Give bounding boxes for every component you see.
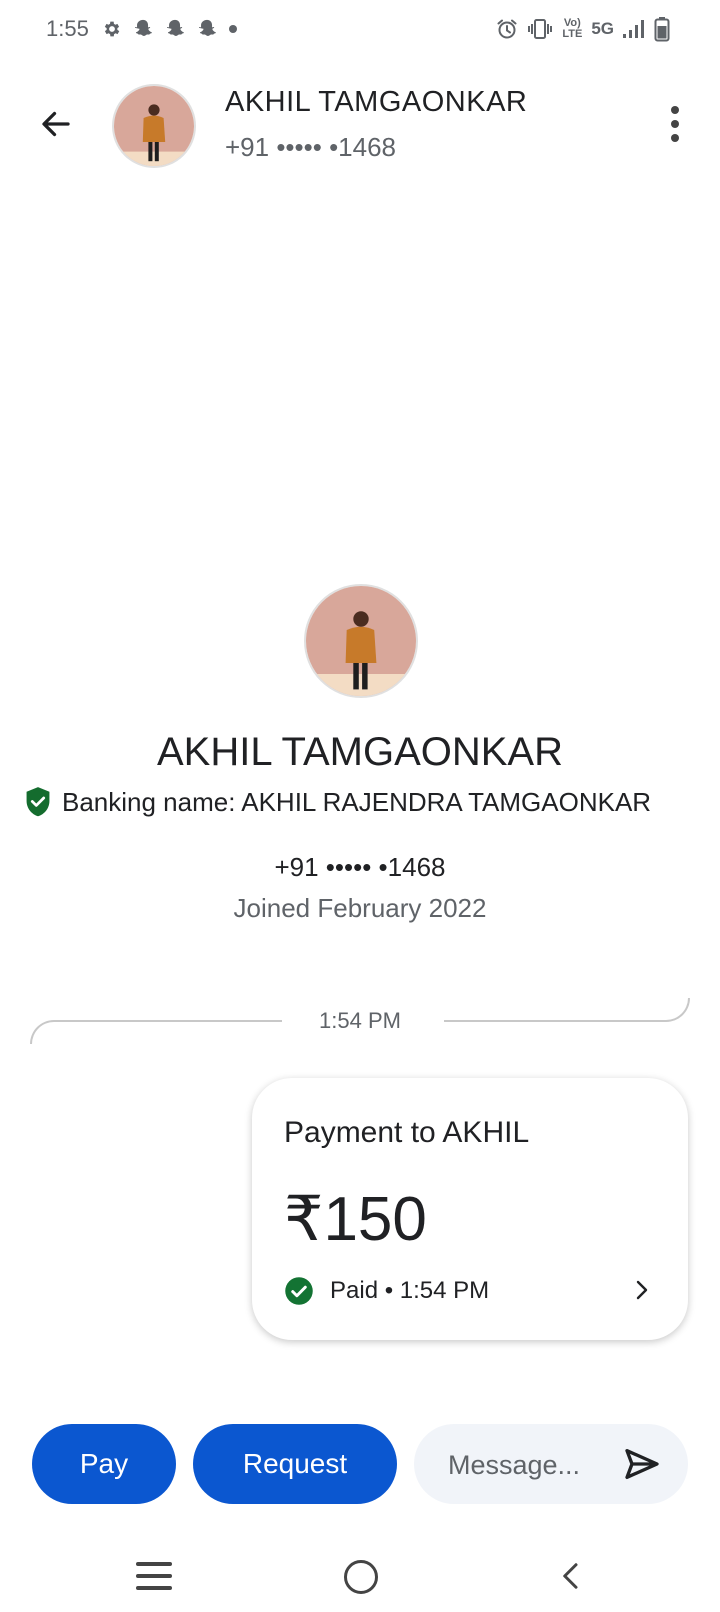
battery-icon: [654, 17, 670, 42]
avatar-photo: [306, 586, 416, 696]
request-button[interactable]: Request: [193, 1424, 397, 1504]
nav-back-button[interactable]: [556, 1560, 586, 1592]
message-box: [414, 1424, 688, 1504]
banking-name: Banking name: AKHIL RAJENDRA TAMGAONKAR: [62, 786, 652, 817]
check-circle-icon: [285, 1277, 313, 1305]
message-input[interactable]: [446, 1446, 600, 1484]
payment-title: Payment to AKHIL: [284, 1116, 530, 1149]
profile-name: AKHIL TAMGAONKAR: [156, 730, 563, 774]
alarm-icon: [497, 19, 517, 39]
menu-icon: [136, 1562, 172, 1566]
profile-phone: +91 ••••• •1468: [274, 852, 446, 882]
arrow-back-icon: [42, 111, 70, 137]
snapchat-icon: [134, 19, 152, 36]
back-button[interactable]: [32, 100, 80, 148]
5g-icon: 5G: [591, 19, 614, 38]
nav-recents-button[interactable]: [136, 1562, 172, 1590]
more-vert-icon: [671, 120, 679, 128]
payment-status-row: Paid • 1:54 PM: [284, 1276, 489, 1306]
status-right-icons: Vo) LTE 5G: [495, 16, 670, 42]
snapchat-icon: [166, 19, 184, 36]
menu-icon: [136, 1586, 172, 1590]
profile-avatar: [304, 584, 418, 698]
signal-icon: [623, 20, 644, 38]
nav-home-button[interactable]: [344, 1560, 378, 1594]
joined-date: Joined February 2022: [233, 893, 487, 923]
message-timestamp: 1:54 PM: [319, 1008, 401, 1033]
header-avatar[interactable]: [112, 84, 196, 168]
send-icon: [625, 1449, 659, 1479]
snapchat-icon: [198, 19, 216, 36]
status-time: 1:55: [46, 16, 89, 41]
more-vert-icon: [671, 134, 679, 142]
banking-name-row: Banking name: AKHIL RAJENDRA TAMGAONKAR: [24, 786, 651, 818]
menu-icon: [136, 1574, 172, 1578]
verified-shield-icon: [26, 787, 50, 817]
more-vert-icon: [671, 106, 679, 114]
avatar-photo: [114, 86, 194, 166]
payment-card[interactable]: Payment to AKHIL ₹150 Paid • 1:54 PM: [252, 1078, 688, 1340]
vibrate-icon: [528, 19, 553, 39]
header-contact-name: AKHIL TAMGAONKAR: [225, 86, 528, 118]
chevron-right-icon[interactable]: [630, 1278, 654, 1302]
volte-icon: Vo) LTE: [562, 17, 583, 40]
send-button[interactable]: [620, 1442, 664, 1486]
more-options-button[interactable]: [660, 100, 690, 148]
pay-button[interactable]: Pay: [32, 1424, 176, 1504]
gear-icon: [104, 21, 120, 37]
payment-status: Paid • 1:54 PM: [330, 1277, 490, 1304]
payment-amount: ₹150: [284, 1185, 427, 1254]
status-left-icons: [102, 18, 238, 40]
header-contact-phone: +91 ••••• •1468: [225, 132, 397, 162]
dot-icon: [229, 25, 237, 33]
